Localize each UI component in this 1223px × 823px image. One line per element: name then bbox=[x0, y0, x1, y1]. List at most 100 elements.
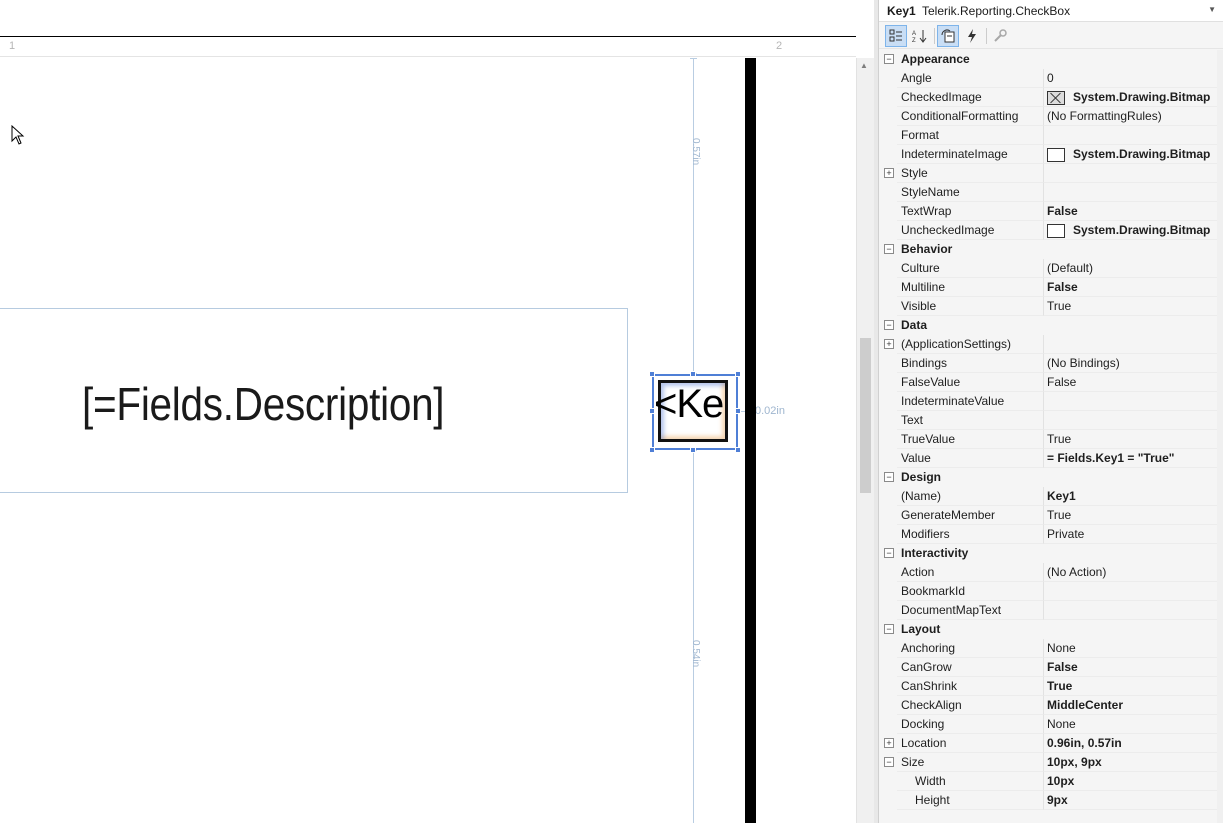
resize-handle-n[interactable] bbox=[690, 371, 696, 377]
property-value[interactable]: 0 bbox=[1047, 71, 1054, 85]
property-value[interactable]: (No Bindings) bbox=[1047, 356, 1120, 370]
category-interactivity[interactable]: − Interactivity bbox=[879, 544, 1223, 563]
property-row-culture[interactable]: Culture (Default) bbox=[879, 259, 1223, 278]
property-row-docking[interactable]: Docking None bbox=[879, 715, 1223, 734]
resize-handle-s[interactable] bbox=[690, 447, 696, 453]
category-behavior[interactable]: − Behavior bbox=[879, 240, 1223, 259]
expand-icon[interactable]: + bbox=[884, 168, 894, 178]
category-data[interactable]: − Data bbox=[879, 316, 1223, 335]
collapse-icon[interactable]: − bbox=[884, 472, 894, 482]
property-value-cell[interactable] bbox=[1043, 183, 1217, 202]
property-pages-icon[interactable] bbox=[989, 25, 1011, 47]
property-value-cell[interactable] bbox=[1043, 392, 1217, 411]
resize-handle-sw[interactable] bbox=[649, 447, 655, 453]
property-row-visible[interactable]: Visible True bbox=[879, 297, 1223, 316]
property-value[interactable]: True bbox=[1047, 508, 1071, 522]
categorized-icon[interactable] bbox=[885, 25, 907, 47]
property-row-text[interactable]: Text bbox=[879, 411, 1223, 430]
property-row-checkedimage[interactable]: CheckedImage System.Drawing.Bitmap bbox=[879, 88, 1223, 107]
events-icon[interactable] bbox=[961, 25, 983, 47]
property-value-cell[interactable] bbox=[1043, 411, 1217, 430]
property-value-cell[interactable] bbox=[1043, 791, 1217, 810]
collapse-icon[interactable]: − bbox=[884, 54, 894, 64]
property-row-falsevalue[interactable]: FalseValue False bbox=[879, 373, 1223, 392]
property-value[interactable]: 10px bbox=[1047, 774, 1074, 788]
alphabetical-icon[interactable]: AZ bbox=[909, 25, 931, 47]
property-row-size[interactable]: − Size 10px, 9px bbox=[879, 753, 1223, 772]
property-row-cangrow[interactable]: CanGrow False bbox=[879, 658, 1223, 677]
resize-handle-nw[interactable] bbox=[649, 371, 655, 377]
collapse-icon[interactable]: − bbox=[884, 757, 894, 767]
report-designer-surface[interactable]: 1 2 [=Fields.Description] 0.57in 0.54in … bbox=[0, 0, 856, 823]
property-value[interactable]: System.Drawing.Bitmap bbox=[1073, 90, 1210, 104]
property-value-cell[interactable] bbox=[1043, 582, 1217, 601]
property-row-height[interactable]: Height 9px bbox=[879, 791, 1223, 810]
designer-vertical-scrollbar[interactable]: ▲ bbox=[856, 58, 874, 823]
property-value[interactable]: System.Drawing.Bitmap bbox=[1073, 223, 1210, 237]
property-row-format[interactable]: Format bbox=[879, 126, 1223, 145]
property-row-documentmaptext[interactable]: DocumentMapText bbox=[879, 601, 1223, 620]
property-row-indeterminatevalue[interactable]: IndeterminateValue bbox=[879, 392, 1223, 411]
property-row-location[interactable]: + Location 0.96in, 0.57in bbox=[879, 734, 1223, 753]
category-layout[interactable]: − Layout bbox=[879, 620, 1223, 639]
property-row-truevalue[interactable]: TrueValue True bbox=[879, 430, 1223, 449]
property-row-indeterminateimage[interactable]: IndeterminateImage System.Drawing.Bitmap bbox=[879, 145, 1223, 164]
property-value[interactable]: 0.96in, 0.57in bbox=[1047, 736, 1122, 750]
collapse-icon[interactable]: − bbox=[884, 244, 894, 254]
property-row-width[interactable]: Width 10px bbox=[879, 772, 1223, 791]
property-row-value[interactable]: Value = Fields.Key1 = "True" bbox=[879, 449, 1223, 468]
property-value[interactable]: True bbox=[1047, 432, 1071, 446]
property-value[interactable]: (Default) bbox=[1047, 261, 1093, 275]
property-value-cell[interactable] bbox=[1043, 69, 1217, 88]
category-appearance[interactable]: − Appearance bbox=[879, 50, 1223, 69]
property-value-cell[interactable] bbox=[1043, 335, 1217, 354]
property-value[interactable]: Private bbox=[1047, 527, 1084, 541]
property-row-action[interactable]: Action (No Action) bbox=[879, 563, 1223, 582]
property-row-name[interactable]: (Name) Key1 bbox=[879, 487, 1223, 506]
property-value[interactable]: None bbox=[1047, 717, 1076, 731]
property-row-applicationsettings[interactable]: + (ApplicationSettings) bbox=[879, 335, 1223, 354]
property-value-cell[interactable] bbox=[1043, 126, 1217, 145]
collapse-icon[interactable]: − bbox=[884, 548, 894, 558]
property-value-cell[interactable] bbox=[1043, 164, 1217, 183]
property-value[interactable]: (No Action) bbox=[1047, 565, 1106, 579]
resize-handle-se[interactable] bbox=[735, 447, 741, 453]
category-design[interactable]: − Design bbox=[879, 468, 1223, 487]
expand-icon[interactable]: + bbox=[884, 738, 894, 748]
property-row-bindings[interactable]: Bindings (No Bindings) bbox=[879, 354, 1223, 373]
checkbox-item-key1[interactable]: <Ke bbox=[652, 374, 738, 450]
property-value[interactable]: System.Drawing.Bitmap bbox=[1073, 147, 1210, 161]
property-row-textwrap[interactable]: TextWrap False bbox=[879, 202, 1223, 221]
property-value[interactable]: MiddleCenter bbox=[1047, 698, 1123, 712]
resize-handle-e[interactable] bbox=[735, 408, 741, 414]
property-value[interactable]: False bbox=[1047, 280, 1078, 294]
resize-handle-ne[interactable] bbox=[735, 371, 741, 377]
property-row-anchoring[interactable]: Anchoring None bbox=[879, 639, 1223, 658]
property-value[interactable]: True bbox=[1047, 679, 1072, 693]
property-value[interactable]: (No FormattingRules) bbox=[1047, 109, 1162, 123]
property-row-checkalign[interactable]: CheckAlign MiddleCenter bbox=[879, 696, 1223, 715]
scrollbar-thumb[interactable] bbox=[860, 338, 871, 493]
property-row-angle[interactable]: Angle 0 bbox=[879, 69, 1223, 88]
collapse-icon[interactable]: − bbox=[884, 624, 894, 634]
resize-handle-w[interactable] bbox=[649, 408, 655, 414]
property-value[interactable]: False bbox=[1047, 204, 1078, 218]
property-value[interactable]: = Fields.Key1 = "True" bbox=[1047, 451, 1174, 465]
property-value[interactable]: False bbox=[1047, 660, 1078, 674]
property-value-cell[interactable] bbox=[1043, 601, 1217, 620]
property-value[interactable]: 9px bbox=[1047, 793, 1068, 807]
property-row-style[interactable]: + Style bbox=[879, 164, 1223, 183]
properties-scrollbar[interactable] bbox=[1217, 50, 1223, 823]
property-value[interactable]: Key1 bbox=[1047, 489, 1076, 503]
expand-icon[interactable]: + bbox=[884, 339, 894, 349]
property-value[interactable]: 10px, 9px bbox=[1047, 755, 1102, 769]
object-selector-dropdown[interactable]: Key1 Telerik.Reporting.CheckBox ▼ bbox=[879, 0, 1223, 22]
property-row-multiline[interactable]: Multiline False bbox=[879, 278, 1223, 297]
property-row-canshrink[interactable]: CanShrink True bbox=[879, 677, 1223, 696]
properties-icon[interactable] bbox=[937, 25, 959, 47]
property-row-uncheckedimage[interactable]: UncheckedImage System.Drawing.Bitmap bbox=[879, 221, 1223, 240]
property-row-modifiers[interactable]: Modifiers Private bbox=[879, 525, 1223, 544]
property-value[interactable]: None bbox=[1047, 641, 1076, 655]
property-row-conditionalformatting[interactable]: ConditionalFormatting (No FormattingRules… bbox=[879, 107, 1223, 126]
property-value[interactable]: True bbox=[1047, 299, 1071, 313]
